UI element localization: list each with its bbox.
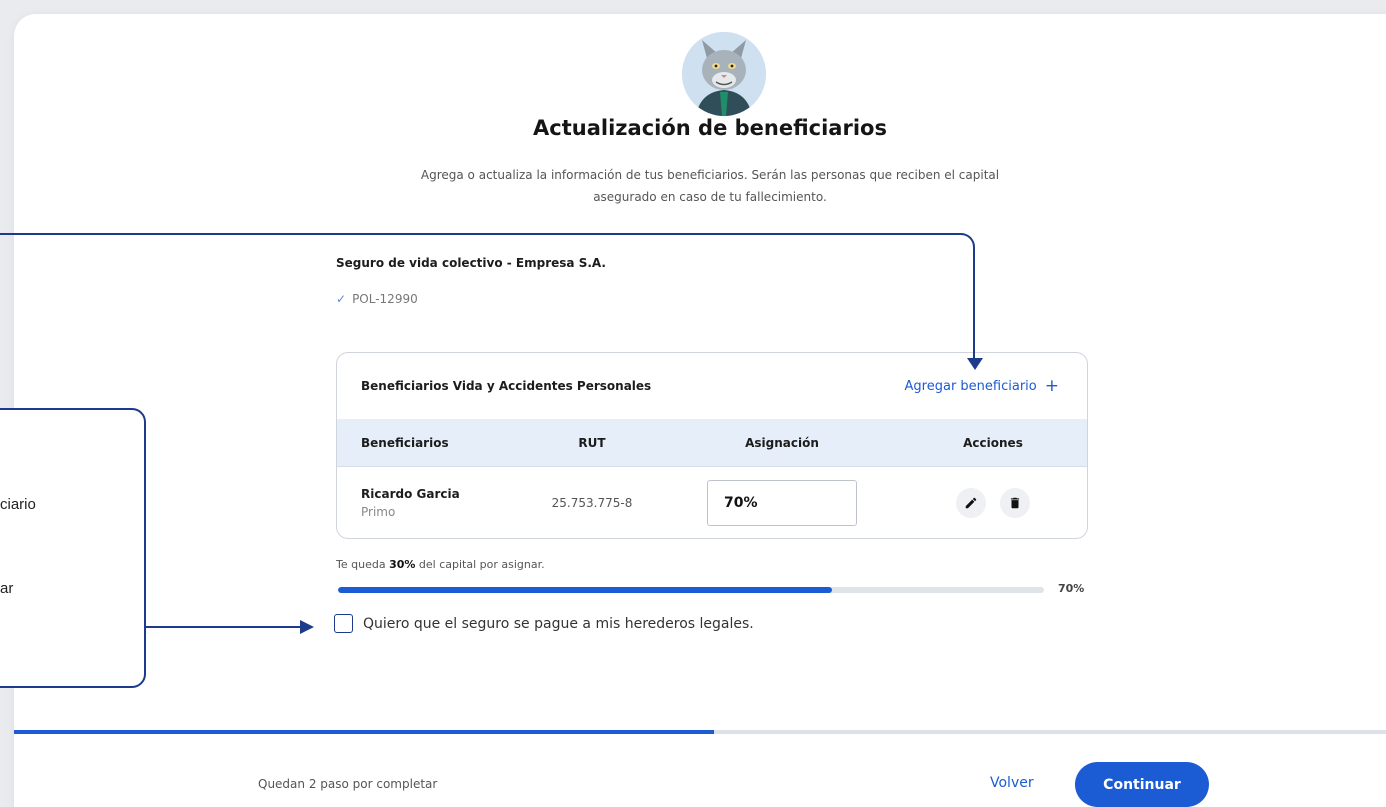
trash-icon — [1010, 497, 1020, 509]
column-header-beneficiaries: Beneficiarios — [361, 435, 449, 450]
legal-heirs-checkbox[interactable] — [334, 614, 353, 633]
callout-text-2: ar — [0, 580, 14, 597]
back-button[interactable]: Volver — [990, 775, 1034, 791]
arrow-down-icon — [967, 358, 983, 370]
assignment-cell — [667, 480, 897, 526]
column-header-actions: Acciones — [963, 435, 1023, 450]
allocation-progress-label: 70% — [1058, 582, 1085, 595]
description-line-1: Agrega o actualiza la información de tus… — [420, 168, 1000, 182]
remaining-suffix: del capital por asignar. — [415, 558, 545, 571]
policy-number: POL-12990 — [352, 292, 418, 306]
callout-arrow-line — [146, 626, 302, 628]
legal-heirs-label: Quiero que el seguro se pague a mis here… — [363, 615, 754, 632]
step-progress-bar — [14, 730, 1386, 734]
policy-name: Seguro de vida colectivo - Empresa S.A. — [336, 256, 606, 270]
table-row: Ricardo Garcia Primo 25.753.775-8 — [337, 466, 1087, 538]
check-icon: ✓ — [336, 292, 347, 306]
beneficiary-name: Ricardo Garcia — [361, 487, 460, 501]
remaining-prefix: Te queda — [336, 558, 390, 571]
step-progress-fill — [14, 730, 714, 734]
column-header-assignment: Asignación — [745, 435, 819, 450]
remaining-value: 30% — [389, 558, 416, 571]
column-header-rut: RUT — [578, 435, 606, 450]
table-section-title: Beneficiarios Vida y Accidentes Personal… — [361, 379, 652, 393]
table-header: Beneficiarios RUT Asignación Acciones — [337, 419, 1087, 466]
add-beneficiary-label: Agregar beneficiario — [904, 378, 1037, 394]
continue-button[interactable]: Continuar — [1075, 762, 1209, 807]
assignment-input[interactable] — [707, 480, 857, 526]
beneficiary-relation: Primo — [361, 505, 396, 519]
page-title: Actualización de beneficiarios — [533, 116, 887, 140]
policy-number-row: ✓ POL-12990 — [336, 292, 418, 306]
pencil-icon — [965, 497, 977, 509]
cat-mascot-avatar — [682, 32, 766, 116]
page-description: Agrega o actualiza la información de tus… — [370, 164, 1050, 208]
description-line-2: asegurado en caso de tu fallecimiento. — [593, 190, 827, 204]
add-beneficiary-button[interactable]: Agregar beneficiario + — [904, 375, 1059, 396]
plus-icon: + — [1044, 375, 1059, 396]
allocation-progress-bar — [338, 587, 1044, 593]
legal-heirs-option[interactable]: Quiero que el seguro se pague a mis here… — [334, 614, 754, 633]
actions-cell — [897, 488, 1087, 518]
steps-remaining-text: Quedan 2 paso por completar — [258, 777, 438, 791]
edit-button[interactable] — [956, 488, 986, 518]
callout-text-1: ciario — [0, 496, 36, 513]
beneficiary-rut: 25.753.775-8 — [551, 496, 633, 510]
remaining-capital-text: Te queda 30% del capital por asignar. — [336, 558, 545, 571]
allocation-progress-fill — [338, 587, 833, 593]
beneficiary-name-cell: Ricardo Garcia Primo — [337, 487, 517, 519]
arrow-right-icon — [300, 620, 314, 634]
callout-box — [0, 408, 146, 688]
beneficiaries-table: Beneficiarios Vida y Accidentes Personal… — [336, 352, 1088, 539]
delete-button[interactable] — [1000, 488, 1030, 518]
